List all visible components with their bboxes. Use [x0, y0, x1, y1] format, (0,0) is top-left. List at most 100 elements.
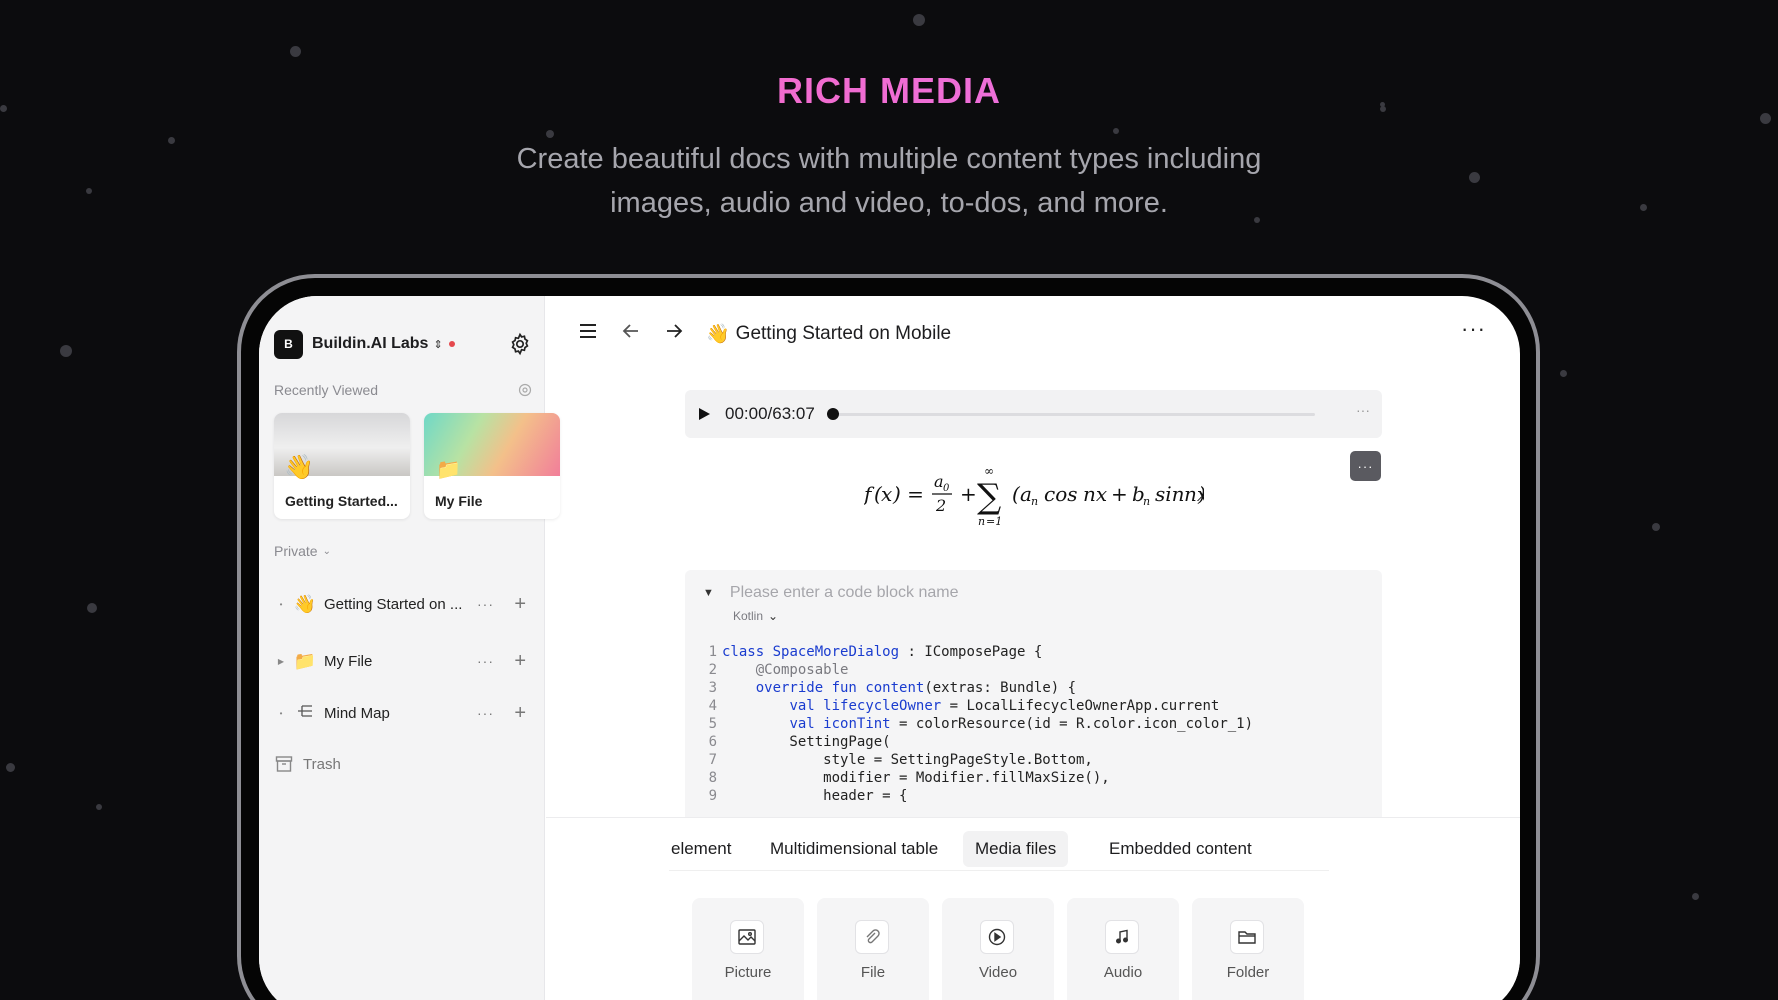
audio-player: 00:00/63:07 ···	[685, 390, 1382, 438]
wave-emoji-icon: 👋	[284, 454, 314, 481]
background-star	[290, 46, 301, 57]
svg-text:∞: ∞	[984, 464, 994, 478]
bullet-icon: •	[279, 599, 283, 609]
more-icon[interactable]: ···	[477, 596, 494, 612]
tab-media-files[interactable]: Media files	[963, 831, 1069, 867]
workspace-switcher[interactable]: B Buildin.AI Labs ⇕	[274, 329, 532, 359]
svg-text:nx: nx	[1083, 482, 1107, 506]
workspace-name: Buildin.AI Labs	[312, 335, 429, 352]
svg-text:n: n	[978, 515, 985, 528]
insert-picture-button[interactable]: Picture	[692, 898, 804, 1000]
math-formula-block[interactable]: f ( x ) = a 0 2 + ∞ ∑ n =1 ( a n cos nx …	[685, 461, 1382, 531]
add-icon[interactable]: +	[514, 651, 526, 671]
add-icon[interactable]: +	[514, 703, 526, 723]
folder-emoji-icon: 📁	[293, 650, 317, 671]
hero-subtitle-line: images, audio and video, to-dos, and mor…	[610, 187, 1168, 219]
hero-subtitle: Create beautiful docs with multiple cont…	[389, 137, 1389, 225]
insert-panel: element Multidimensional table Media fil…	[546, 817, 1520, 1000]
code-block[interactable]: ▼ Please enter a code block name Kotlin …	[685, 570, 1382, 830]
background-star	[1692, 893, 1699, 900]
svg-text:+: +	[1111, 482, 1128, 506]
trash-icon	[275, 756, 293, 772]
private-section-toggle[interactable]: Private ⌄	[274, 543, 331, 559]
svg-text:∑: ∑	[977, 477, 1001, 517]
tile-label: Audio	[1103, 964, 1143, 981]
code-language-select[interactable]: Kotlin ⌄	[733, 609, 778, 623]
background-star	[96, 804, 102, 810]
sidebar-item-trash[interactable]: Trash	[274, 754, 341, 774]
insert-file-button[interactable]: File	[817, 898, 929, 1000]
sidebar: B Buildin.AI Labs ⇕ Recently Viewed 👋 Ge…	[259, 296, 560, 1000]
menu-icon[interactable]	[577, 320, 599, 342]
svg-text:cos: cos	[1044, 482, 1078, 506]
notification-dot	[448, 341, 455, 347]
background-star	[1652, 523, 1660, 531]
editor-main: 👋 Getting Started on Mobile ··· 00:00/63…	[546, 296, 1520, 1000]
private-label: Private	[274, 543, 318, 559]
insert-tabs: element Multidimensional table Media fil…	[669, 831, 1329, 871]
video-icon	[980, 920, 1014, 954]
svg-text:+: +	[960, 482, 977, 506]
code-content[interactable]: 1 class SpaceMoreDialog : IComposePage { …	[701, 643, 1253, 805]
page-title-text: Getting Started on Mobile	[735, 323, 952, 344]
page-title: 👋 Getting Started on Mobile	[706, 322, 951, 346]
recent-card[interactable]: 👋 Getting Started...	[274, 413, 410, 519]
svg-text:x: x	[881, 482, 892, 506]
background-star	[1560, 370, 1567, 377]
audio-more-icon[interactable]: ···	[1356, 402, 1370, 418]
audio-icon	[1105, 920, 1139, 954]
tab-multidimensional-table[interactable]: Multidimensional table	[758, 831, 950, 867]
caret-right-icon[interactable]: ▶	[274, 657, 288, 666]
background-star	[1469, 172, 1480, 183]
target-icon[interactable]	[518, 383, 532, 397]
code-block-caption: ▼ Please enter a code block name	[703, 584, 958, 602]
add-icon[interactable]: +	[514, 594, 526, 614]
gear-icon[interactable]	[508, 332, 532, 356]
more-icon[interactable]: ···	[477, 653, 494, 669]
tab-element[interactable]: element	[659, 831, 743, 867]
tile-label: Picture	[724, 964, 772, 981]
background-star	[1640, 204, 1647, 211]
audio-time: 00:00/63:07	[725, 404, 815, 423]
hero-title: RICH MEDIA	[0, 70, 1778, 112]
code-block-name-input[interactable]: Please enter a code block name	[730, 584, 959, 602]
mind-map-icon	[292, 703, 318, 724]
page-more-icon[interactable]: ···	[1461, 316, 1486, 342]
recent-card[interactable]: 📁 My File	[424, 413, 560, 519]
sidebar-item-getting-started[interactable]: • 👋 Getting Started on ... ··· +	[274, 588, 532, 620]
tile-label: Video	[978, 964, 1018, 981]
audio-progress-knob[interactable]	[827, 408, 839, 420]
tab-embedded-content[interactable]: Embedded content	[1097, 831, 1264, 867]
app-screen: B Buildin.AI Labs ⇕ Recently Viewed 👋 Ge…	[259, 296, 1520, 1000]
background-star	[87, 603, 97, 613]
picture-icon	[730, 920, 764, 954]
fourier-formula: f ( x ) = a 0 2 + ∞ ∑ n =1 ( a n cos nx …	[864, 464, 1204, 528]
insert-folder-button[interactable]: Folder	[1192, 898, 1304, 1000]
background-star	[913, 14, 925, 26]
wave-emoji-icon: 👋	[293, 593, 317, 614]
more-icon[interactable]: ···	[477, 705, 494, 721]
insert-video-button[interactable]: Video	[942, 898, 1054, 1000]
back-arrow-icon[interactable]	[620, 320, 642, 342]
chevron-down-icon: ⌄	[768, 609, 779, 623]
svg-text:n: n	[1143, 495, 1150, 508]
background-star	[1760, 113, 1771, 124]
background-star	[168, 137, 175, 144]
svg-text:=1: =1	[986, 515, 1002, 528]
code-language-label: Kotlin	[733, 609, 764, 623]
paperclip-icon	[855, 920, 889, 954]
sidebar-item-my-file[interactable]: ▶ 📁 My File ··· +	[274, 645, 532, 677]
collapse-triangle-icon[interactable]: ▼	[703, 587, 714, 599]
sidebar-item-label: Mind Map	[324, 704, 390, 722]
sidebar-item-label: My File	[324, 652, 373, 670]
insert-audio-button[interactable]: Audio	[1067, 898, 1179, 1000]
folder-emoji-icon: 📁	[436, 459, 461, 481]
hero-subtitle-line: Create beautiful docs with multiple cont…	[516, 143, 1262, 175]
audio-progress-track[interactable]	[833, 413, 1315, 416]
recent-cards: 👋 Getting Started... 📁 My File	[274, 413, 560, 519]
sidebar-item-mind-map[interactable]: • Mind Map ··· +	[274, 697, 532, 729]
media-tiles: Picture File Video Audio Folder	[692, 898, 1304, 1000]
play-icon[interactable]	[697, 407, 711, 421]
forward-arrow-icon[interactable]	[663, 320, 685, 342]
tile-label: File	[860, 964, 886, 981]
